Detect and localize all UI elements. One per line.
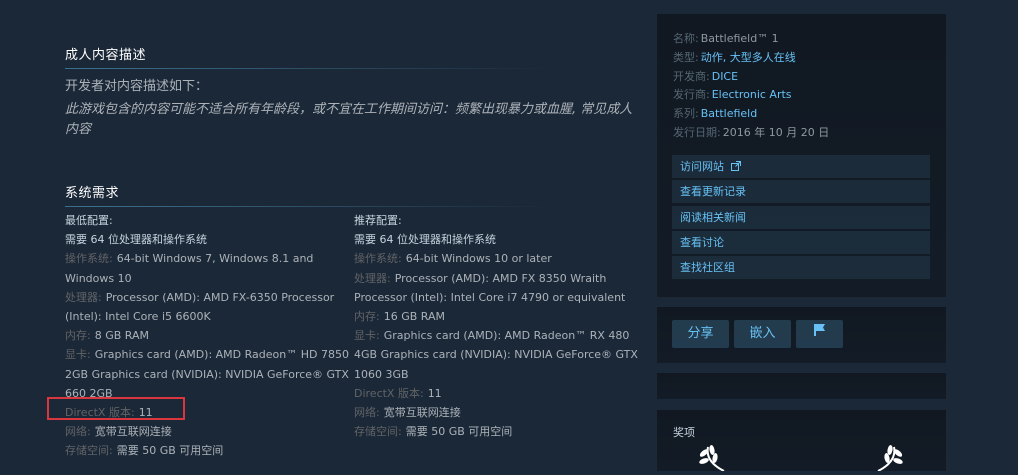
embed-button[interactable]: 嵌入 [734, 320, 791, 348]
sysreq-rec-cpu: 处理器: Processor (AMD): AMD FX 8350 Wraith … [354, 271, 626, 304]
sysreq-rec-ram: 内存: 16 GB RAM [354, 310, 445, 324]
share-button[interactable]: 分享 [672, 320, 729, 348]
laurel-left-icon [690, 445, 730, 472]
laurel-right-icon [872, 445, 912, 472]
awards-title: 奖项 [673, 426, 695, 439]
publisher-link[interactable]: Electronic Arts [712, 88, 792, 101]
sysreq-min-heading: 最低配置: [65, 214, 113, 227]
view-discussions-button[interactable]: 查看讨论 [672, 231, 930, 254]
series-link[interactable]: Battlefield [701, 107, 757, 120]
detail-name: 名称: Battlefield™ 1 [673, 32, 779, 45]
sysreq-title: 系统需求 [65, 182, 640, 207]
mature-content-title: 成人内容描述 [65, 44, 640, 69]
sysreq-min-gpu: 显卡: Graphics card (AMD): AMD Radeon™ HD 7… [65, 348, 349, 400]
detail-publisher: 发行商: Electronic Arts [673, 88, 792, 102]
sysreq-rec-os: 操作系统: 64-bit Windows 10 or later [354, 252, 552, 266]
genre-link[interactable]: 动作, 大型多人在线 [701, 51, 796, 64]
sysreq-min-note: 需要 64 位处理器和操作系统 [65, 233, 207, 247]
sysreq-rec-note: 需要 64 位处理器和操作系统 [354, 233, 496, 247]
detail-developer: 开发商: DICE [673, 69, 739, 83]
sysreq-min-ram: 内存: 8 GB RAM [65, 329, 149, 343]
sysreq-min-storage: 存储空间: 需要 50 GB 可用空间 [65, 444, 224, 458]
sysreq-rec-heading: 推荐配置: [354, 214, 402, 227]
sysreq-rec-network: 网络: 宽带互联网连接 [354, 406, 461, 420]
visit-website-button[interactable]: 访问网站 [672, 155, 930, 178]
sysreq-minimum: 最低配置: 需要 64 位处理器和操作系统 操作系统: 64-bit Window… [65, 211, 350, 461]
directx-highlight-box [47, 397, 185, 420]
sysreq-min-cpu: 处理器: Processor (AMD): AMD FX-6350 Process… [65, 290, 335, 324]
report-button[interactable] [796, 320, 843, 348]
sysreq-min-os: 操作系统: 64-bit Windows 7, Windows 8.1 and W… [65, 252, 314, 285]
empty-panel [657, 373, 946, 399]
sysreq-recommended: 推荐配置: 需要 64 位处理器和操作系统 操作系统: 64-bit Window… [354, 211, 639, 441]
sysreq-rec-storage: 存储空间: 需要 50 GB 可用空间 [354, 425, 513, 439]
sysreq-rec-gpu: 显卡: Graphics card (AMD): AMD Radeon™ RX 4… [354, 329, 638, 381]
external-link-icon [730, 156, 741, 179]
detail-series: 系列: Battlefield [673, 107, 758, 121]
mature-content-text: 此游戏包含的内容可能不适合所有年龄段，或不宜在工作期间访问：频繁出现暴力或血腥,… [65, 102, 633, 137]
detail-release-date: 发行日期: 2016 年 10 月 20 日 [673, 125, 830, 139]
find-community-groups-button[interactable]: 查找社区组 [672, 256, 930, 279]
main-content: 成人内容描述 开发者对内容描述如下： 此游戏包含的内容可能不适合所有年龄段，或不… [0, 0, 655, 471]
read-news-button[interactable]: 阅读相关新闻 [672, 206, 930, 229]
detail-genre: 类型: 动作, 大型多人在线 [673, 50, 796, 64]
mature-content-intro: 开发者对内容描述如下： [65, 79, 209, 94]
sysreq-rec-directx: DirectX 版本: 11 [354, 386, 442, 400]
sysreq-min-network: 网络: 宽带互联网连接 [65, 425, 172, 439]
view-update-history-button[interactable]: 查看更新记录 [672, 180, 930, 203]
developer-link[interactable]: DICE [712, 70, 738, 83]
flag-icon [813, 320, 827, 348]
game-details: 名称: Battlefield™ 1 类型: 动作, 大型多人在线 开发商: DICE… [673, 30, 829, 143]
